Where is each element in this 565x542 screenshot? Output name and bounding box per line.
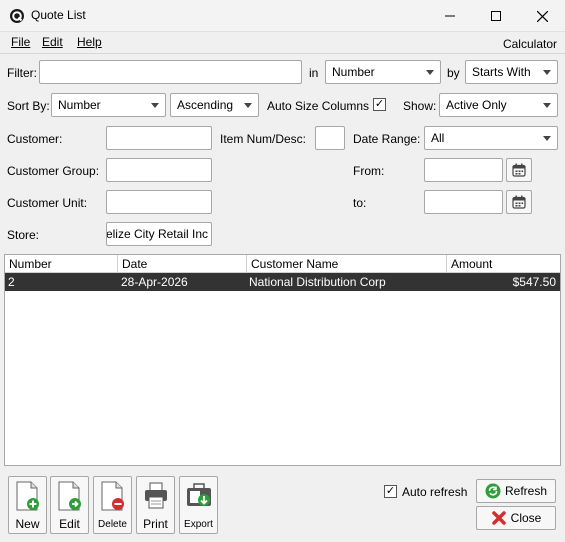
calculator-link[interactable]: Calculator (503, 37, 557, 51)
menu-edit[interactable]: Edit (42, 35, 63, 49)
delete-doc-icon (101, 481, 124, 511)
to-calendar-button[interactable] (506, 190, 532, 214)
sort-by-label: Sort By: (7, 99, 50, 113)
filter-input[interactable] (39, 60, 302, 84)
auto-size-label: Auto Size Columns (267, 99, 370, 113)
window-title: Quote List (31, 8, 86, 22)
from-calendar-button[interactable] (506, 158, 532, 182)
column-header-date[interactable]: Date (118, 255, 247, 273)
from-date-input[interactable] (424, 158, 503, 182)
cell-date: 28-Apr-2026 (121, 275, 188, 289)
minimize-button[interactable] (427, 0, 473, 32)
filter-in-label: in (309, 66, 319, 80)
store-input[interactable]: Belize City Retail Inc (106, 222, 212, 246)
new-button[interactable]: New (8, 476, 47, 534)
delete-label: Delete (98, 519, 127, 530)
edit-label: Edit (59, 517, 80, 531)
customer-label: Customer: (7, 132, 63, 146)
show-select[interactable]: Active Only (439, 93, 558, 117)
export-label: Export (184, 519, 213, 530)
title-bar: Quote List (0, 0, 565, 32)
cell-number: 2 (8, 275, 15, 289)
refresh-icon (485, 483, 501, 499)
new-label: New (15, 517, 40, 531)
refresh-label: Refresh (504, 484, 548, 498)
close-icon (536, 10, 548, 22)
column-header-amount[interactable]: Amount (447, 255, 560, 273)
show-label: Show: (403, 99, 437, 113)
store-label: Store: (7, 228, 40, 242)
quote-table[interactable]: Number Date Customer Name Amount 2 28-Ap… (4, 254, 561, 466)
to-label: to: (353, 196, 367, 210)
from-label: From: (353, 164, 385, 178)
edit-button[interactable]: Edit (50, 476, 89, 534)
column-header-number[interactable]: Number (5, 255, 118, 273)
calendar-icon (512, 163, 526, 177)
new-doc-icon (16, 481, 39, 511)
column-header-customer-name[interactable]: Customer Name (247, 255, 447, 273)
to-date-input[interactable] (424, 190, 503, 214)
auto-refresh-label: Auto refresh (402, 485, 468, 499)
chevron-down-icon (543, 136, 551, 141)
store-value: Belize City Retail Inc (106, 227, 208, 241)
filter-field-value: Number (332, 65, 375, 79)
filter-label: Filter: (7, 66, 37, 80)
printer-icon (145, 482, 167, 509)
date-range-label: Date Range: (353, 132, 421, 146)
export-icon (187, 483, 211, 506)
chevron-down-icon (543, 103, 551, 108)
filter-by-label: by (447, 66, 460, 80)
maximize-icon (491, 11, 501, 21)
chevron-down-icon (151, 103, 159, 108)
chevron-down-icon (543, 70, 551, 75)
calendar-icon (512, 195, 526, 209)
customer-unit-label: Customer Unit: (7, 196, 88, 210)
close-x-icon (491, 511, 506, 525)
close-button[interactable]: Close (476, 506, 556, 530)
checkmark-icon: ✓ (385, 485, 396, 497)
menu-help[interactable]: Help (77, 35, 102, 49)
minimize-icon (445, 15, 455, 17)
menu-file[interactable]: File (11, 35, 30, 49)
sort-order-value: Ascending (177, 98, 234, 112)
cell-customer-name: National Distribution Corp (249, 275, 386, 289)
table-row[interactable]: 2 28-Apr-2026 National Distribution Corp… (5, 273, 560, 291)
menu-separator (0, 53, 565, 54)
filter-match-select[interactable]: Starts With (465, 60, 558, 84)
sort-order-select[interactable]: Ascending (170, 93, 259, 117)
customer-group-input[interactable] (106, 158, 212, 182)
date-range-value: All (431, 131, 445, 145)
filter-field-select[interactable]: Number (325, 60, 441, 84)
cell-amount: $547.50 (512, 275, 556, 289)
close-label: Close (510, 511, 542, 525)
filter-match-value: Starts With (472, 65, 531, 79)
auto-size-checkbox[interactable]: ✓ (373, 98, 386, 111)
print-button[interactable]: Print (136, 476, 175, 534)
customer-input[interactable] (106, 126, 212, 150)
close-window-button[interactable] (519, 0, 565, 32)
print-label: Print (143, 517, 168, 531)
sort-field-select[interactable]: Number (51, 93, 166, 117)
show-value: Active Only (446, 98, 507, 112)
customer-unit-input[interactable] (106, 190, 212, 214)
auto-refresh-checkbox[interactable]: ✓ (384, 485, 397, 498)
sort-field-value: Number (58, 98, 101, 112)
refresh-button[interactable]: Refresh (476, 479, 556, 503)
checkmark-icon: ✓ (374, 98, 385, 110)
item-num-input[interactable] (315, 126, 345, 150)
date-range-select[interactable]: All (424, 126, 558, 150)
app-logo-icon (10, 9, 24, 23)
maximize-button[interactable] (473, 0, 519, 32)
chevron-down-icon (244, 103, 252, 108)
item-num-label: Item Num/Desc: (220, 132, 307, 146)
chevron-down-icon (426, 70, 434, 75)
export-button[interactable]: Export (179, 476, 218, 534)
edit-doc-icon (58, 481, 81, 511)
customer-group-label: Customer Group: (7, 164, 100, 178)
delete-button[interactable]: Delete (93, 476, 132, 534)
